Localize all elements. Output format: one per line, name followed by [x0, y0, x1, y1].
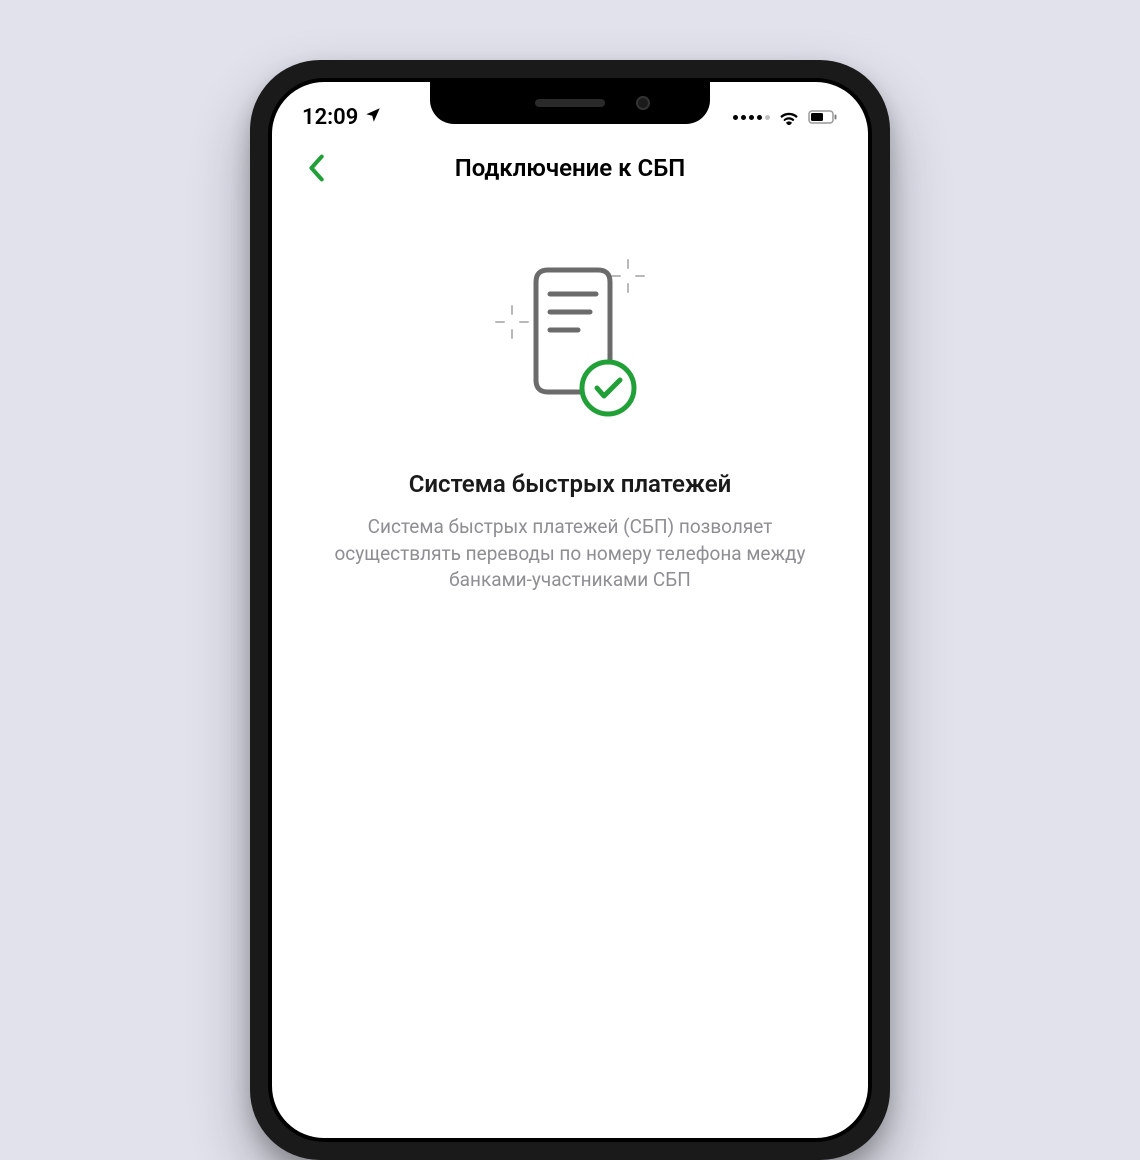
phone-rim: 12:09	[268, 78, 872, 1142]
phone-frame: 12:09	[250, 60, 890, 1160]
cellular-signal-icon	[733, 115, 770, 120]
content-description: Система быстрых платежей (СБП) позволяет…	[330, 514, 810, 594]
navigation-bar: Подключение к СБП	[272, 136, 868, 200]
wifi-icon	[778, 109, 800, 125]
location-arrow-icon	[364, 105, 382, 130]
notch-speaker	[535, 99, 605, 107]
battery-icon	[808, 110, 838, 124]
document-check-illustration	[470, 250, 670, 430]
back-button[interactable]	[296, 148, 336, 188]
chevron-left-icon	[308, 154, 324, 182]
nav-title: Подключение к СБП	[455, 154, 686, 182]
content-title: Система быстрых платежей	[409, 470, 732, 498]
content-area: Система быстрых платежей Система быстрых…	[272, 200, 868, 594]
status-time: 12:09	[302, 105, 358, 130]
status-left: 12:09	[302, 105, 382, 130]
phone-notch	[430, 82, 710, 124]
status-right	[733, 109, 838, 125]
phone-screen: 12:09	[272, 82, 868, 1138]
check-circle-icon	[582, 362, 634, 414]
sparkle-icon	[496, 306, 528, 338]
notch-camera	[636, 96, 650, 110]
sparkle-icon	[612, 260, 644, 292]
